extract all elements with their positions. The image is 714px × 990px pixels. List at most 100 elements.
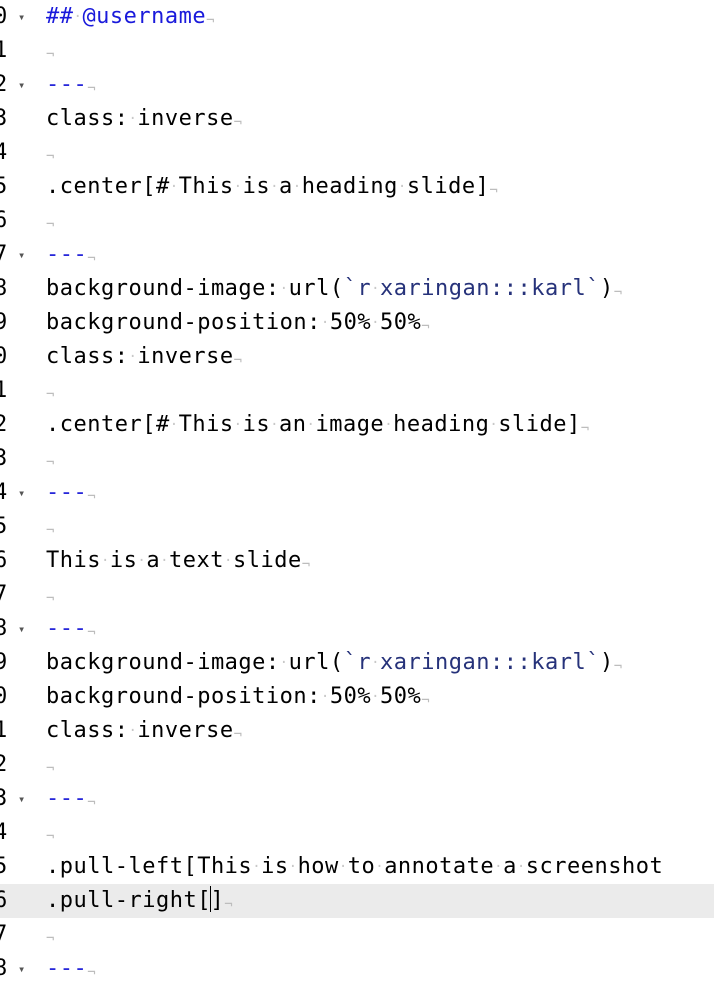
line-number: 6	[0, 548, 8, 573]
fold-arrow-icon[interactable]: ▾	[18, 612, 25, 646]
code-line[interactable]: 0 ▾ ##·@username¬	[0, 0, 714, 34]
line-number: 9	[0, 650, 8, 675]
whitespace-dot-icon: ·	[100, 553, 110, 569]
line-number: 4	[0, 820, 8, 845]
code-line[interactable]: 3 ▾ ---¬	[0, 782, 714, 816]
whitespace-dot-icon: ·	[160, 553, 170, 569]
code-text: background-position:·50%·50%¬	[46, 310, 431, 335]
pilcrow-eol-icon: ¬	[613, 659, 623, 675]
pilcrow-eol-icon: ¬	[46, 387, 55, 403]
line-number: 8	[0, 616, 8, 641]
code-line[interactable]: 5 ¬	[0, 510, 714, 544]
code-text: ---¬	[46, 786, 97, 811]
code-text: class:·inverse¬	[46, 718, 243, 743]
code-line[interactable]: 9 background-position:·50%·50%¬	[0, 306, 714, 340]
fold-arrow-icon[interactable]: ▾	[18, 238, 25, 272]
pilcrow-eol-icon: ¬	[46, 455, 55, 471]
fold-arrow-icon[interactable]: ▾	[18, 952, 25, 986]
whitespace-dot-icon: ·	[494, 859, 504, 875]
whitespace-dot-icon: ·	[320, 315, 330, 331]
whitespace-dot-icon: ·	[397, 179, 407, 195]
whitespace-dot-icon: ·	[270, 417, 280, 433]
line-number: 0	[0, 344, 8, 369]
pilcrow-eol-icon: ¬	[46, 829, 55, 845]
whitespace-dot-icon: ·	[516, 859, 526, 875]
code-line[interactable]: 5 .center[#·This·is·a·heading·slide]¬	[0, 170, 714, 204]
code-text: ¬	[46, 918, 55, 956]
code-line[interactable]: 0 background-position:·50%·50%¬	[0, 680, 714, 714]
code-line[interactable]: 0 class:·inverse¬	[0, 340, 714, 374]
code-line[interactable]: 3 ¬	[0, 442, 714, 476]
code-text: class:·inverse¬	[46, 344, 243, 369]
code-line[interactable]: 9 background-image:·url(`r·xaringan:::kar…	[0, 646, 714, 680]
fold-arrow-icon[interactable]: ▾	[18, 68, 25, 102]
code-line[interactable]: 1 ¬	[0, 34, 714, 68]
code-line[interactable]: 6 ¬	[0, 204, 714, 238]
code-line[interactable]: 1 ¬	[0, 374, 714, 408]
line-number: 2	[0, 412, 8, 437]
whitespace-dot-icon: ·	[292, 179, 302, 195]
line-number: 8	[0, 956, 8, 981]
code-text: .center[#·This·is·a·heading·slide]¬	[46, 174, 499, 199]
line-number: 6	[0, 208, 8, 233]
pilcrow-eol-icon: ¬	[489, 183, 499, 199]
whitespace-dot-icon: ·	[279, 281, 289, 297]
code-line[interactable]: 5 .pull-left[This·is·how·to·annotate·a·sc…	[0, 850, 714, 884]
line-number: 6	[0, 888, 8, 913]
code-line[interactable]: 7 ¬	[0, 578, 714, 612]
code-text: ---¬	[46, 616, 97, 641]
code-line[interactable]: 4 ¬	[0, 816, 714, 850]
code-text: ---¬	[46, 956, 97, 981]
code-line[interactable]: 2 ▾ ---¬	[0, 68, 714, 102]
whitespace-dot-icon: ·	[375, 859, 385, 875]
whitespace-dot-icon: ·	[233, 179, 243, 195]
whitespace-dot-icon: ·	[320, 689, 330, 705]
code-text: .center[#·This·is·an·image·heading·slide…	[46, 412, 590, 437]
code-text: ##·@username¬	[46, 4, 216, 29]
code-text: This·is·a·text·slide¬	[46, 548, 311, 573]
pilcrow-eol-icon: ¬	[233, 353, 243, 369]
whitespace-dot-icon: ·	[371, 281, 381, 297]
whitespace-dot-icon: ·	[338, 859, 348, 875]
fold-arrow-icon[interactable]: ▾	[18, 476, 25, 510]
code-line[interactable]: 3 class:·inverse¬	[0, 102, 714, 136]
code-line[interactable]: 6 .pull-right[]¬	[0, 884, 714, 918]
code-line[interactable]: 7 ▾ ---¬	[0, 238, 714, 272]
code-text: ¬	[46, 442, 55, 480]
pilcrow-eol-icon: ¬	[87, 251, 97, 267]
fold-arrow-icon[interactable]: ▾	[18, 0, 25, 34]
code-editor[interactable]: 0 ▾ ##·@username¬ 1 ¬ 2 ▾ ---¬ 3 class:·inverse¬ 4…	[0, 0, 714, 981]
code-text: background-position:·50%·50%¬	[46, 684, 431, 709]
whitespace-dot-icon: ·	[224, 553, 233, 569]
line-number: 3	[0, 446, 8, 471]
code-text: ¬	[46, 816, 55, 854]
code-line[interactable]: 4 ▾ ---¬	[0, 476, 714, 510]
code-line[interactable]: 8 ▾ ---¬	[0, 612, 714, 646]
code-line[interactable]: 7 ¬	[0, 918, 714, 952]
line-number: 7	[0, 242, 8, 267]
code-line[interactable]: 1 class:·inverse¬	[0, 714, 714, 748]
whitespace-dot-icon: ·	[371, 689, 381, 705]
code-text: ¬	[46, 374, 55, 412]
code-text: ¬	[46, 136, 55, 174]
pilcrow-eol-icon: ¬	[46, 47, 55, 63]
code-line[interactable]: 8 ▾ ---¬	[0, 952, 714, 986]
line-number: 2	[0, 752, 8, 777]
pilcrow-eol-icon: ¬	[46, 217, 55, 233]
pilcrow-eol-icon: ¬	[301, 557, 311, 573]
code-line[interactable]: 6 This·is·a·text·slide¬	[0, 544, 714, 578]
code-line[interactable]: 2 .center[#·This·is·an·image·heading·slid…	[0, 408, 714, 442]
fold-arrow-icon[interactable]: ▾	[18, 782, 25, 816]
pilcrow-eol-icon: ¬	[233, 727, 243, 743]
code-line[interactable]: 4 ¬	[0, 136, 714, 170]
line-number: 5	[0, 854, 8, 879]
whitespace-dot-icon: ·	[252, 859, 262, 875]
pilcrow-eol-icon: ¬	[206, 13, 216, 29]
pilcrow-eol-icon: ¬	[224, 897, 234, 913]
code-text: background-image:·url(`r·xaringan:::karl…	[46, 276, 623, 301]
code-line[interactable]: 2 ¬	[0, 748, 714, 782]
code-line[interactable]: 8 background-image:·url(`r·xaringan:::kar…	[0, 272, 714, 306]
whitespace-dot-icon: ·	[270, 179, 280, 195]
pilcrow-eol-icon: ¬	[87, 489, 97, 505]
whitespace-dot-icon: ·	[288, 859, 298, 875]
